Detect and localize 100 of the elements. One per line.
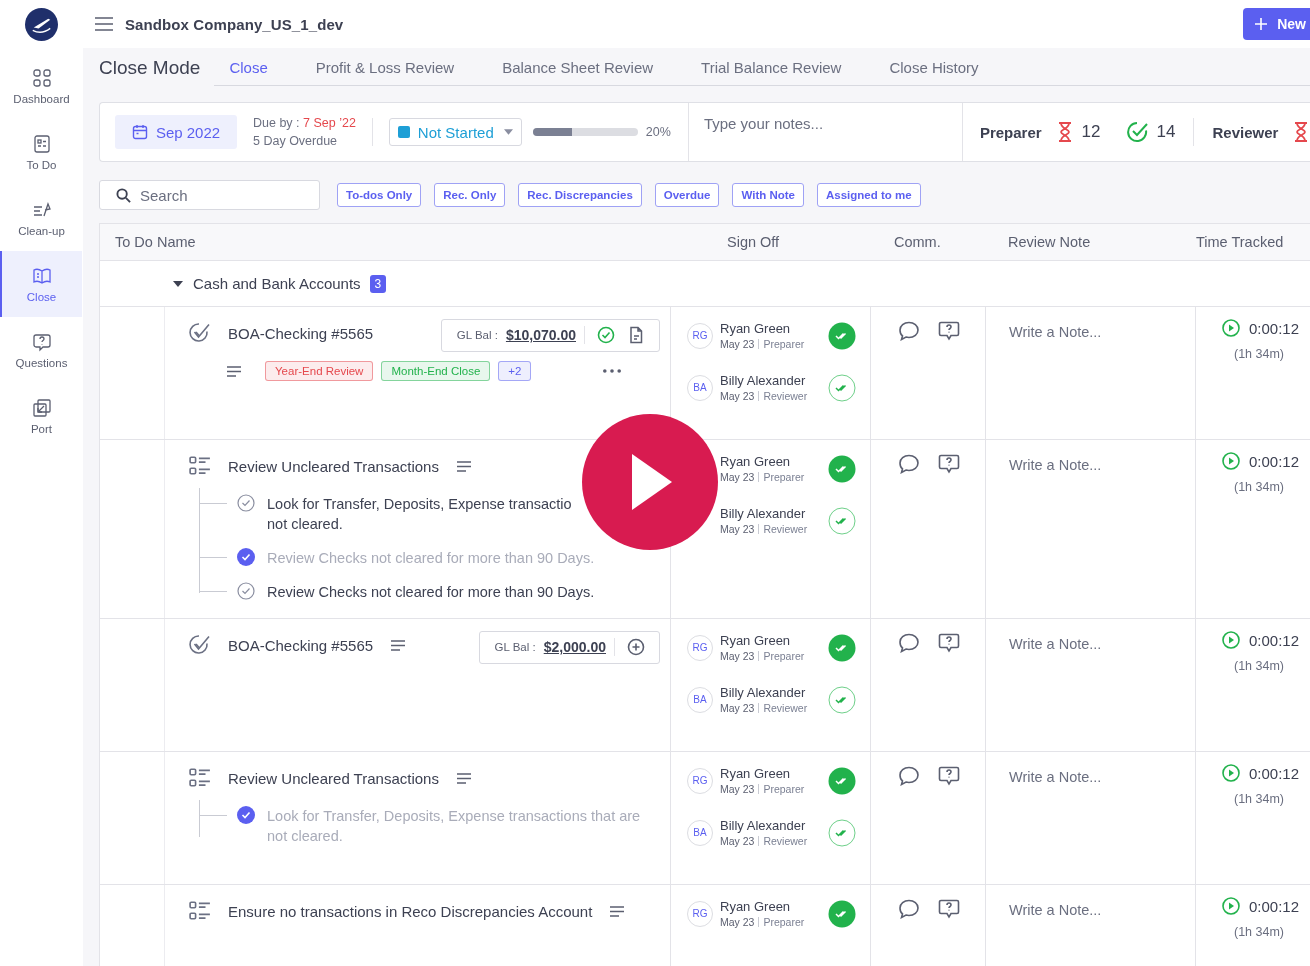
comment-icon[interactable] [898,321,920,341]
double-check-icon[interactable] [828,454,856,483]
question-icon[interactable] [938,321,960,341]
tab[interactable]: Trial Balance Review [686,59,857,85]
checklist-icon [189,767,211,789]
double-check-icon[interactable] [828,373,856,402]
account-name: BOA-Checking #5565 [228,324,374,342]
notes-icon[interactable] [391,639,406,651]
signer-name: Billy Alexander [720,373,807,388]
play-button[interactable] [582,414,718,550]
status-dropdown[interactable]: Not Started [388,118,522,146]
hourglass-icon [1057,122,1072,142]
check-mark-icon [189,634,211,656]
gl-label: GL Bal : [494,641,536,653]
question-icon[interactable] [938,454,960,474]
notes-icon[interactable] [610,905,625,917]
time-total: (1h 34m) [1233,347,1286,361]
signer-name: Ryan Green [720,633,792,648]
notes-icon[interactable] [456,772,471,784]
double-check-icon[interactable] [828,633,856,662]
check-circle-icon[interactable] [237,582,255,600]
play-icon[interactable] [1222,897,1240,915]
tag: Month-End Close [381,361,491,381]
sign-date: May 23 [720,916,755,928]
period-picker[interactable]: Sep 2022 [115,115,237,149]
progress-reading: 20% [645,125,671,139]
checked-circle-icon[interactable] [237,806,255,824]
check-mark-icon [189,322,211,344]
time-tracked: 0:00:12 [1249,452,1300,470]
double-check-icon[interactable] [828,899,856,928]
double-check-icon[interactable] [828,685,856,714]
subtask-text: Review Checks not cleared for more than 90 Days. [267,549,595,568]
filter-chip[interactable]: Assigned to me [817,183,921,207]
gl-amount[interactable]: $10,070.00 [505,327,576,343]
document-icon[interactable] [627,326,645,344]
play-icon[interactable] [1222,452,1240,470]
sidebar-item[interactable]: To Do [0,119,82,185]
signer-name: Ryan Green [720,766,792,781]
account-name: BOA-Checking #5565 [228,636,374,654]
subtask-text: Review Checks not cleared for more than 90 Days. [267,583,595,602]
sign-date: May 23 [720,471,755,483]
task-name: Review Uncleared Transactions [228,457,439,475]
new-button[interactable]: New [1243,8,1310,40]
comment-icon[interactable] [898,766,920,786]
filter-chip[interactable]: Rec. Only [434,183,506,207]
windows-icon [31,397,52,418]
sign-role: Preparer [763,471,805,483]
sidebar-item[interactable]: Port [0,383,82,449]
play-icon[interactable] [1222,631,1240,649]
question-icon[interactable] [938,899,960,919]
filter-chip[interactable]: Rec. Discrepancies [518,183,642,207]
play-icon[interactable] [1222,764,1240,782]
tab[interactable]: Close [214,59,283,85]
calendar-icon [131,124,148,140]
double-check-icon[interactable] [828,818,856,847]
add-circle-icon[interactable] [627,638,645,656]
tag: +2 [498,361,532,381]
comment-icon[interactable] [898,454,920,474]
question-icon[interactable] [938,633,960,653]
signer-name: Ryan Green [720,899,792,914]
signer-name: Ryan Green [720,454,792,469]
double-check-icon[interactable] [828,321,856,350]
tab[interactable]: Close History [874,59,994,85]
sidebar-item[interactable]: Clean-up [0,185,82,251]
notes-icon[interactable] [456,460,471,472]
column-header: Review Note [1007,234,1092,250]
double-check-icon[interactable] [828,506,856,535]
time-total: (1h 34m) [1233,659,1286,673]
time-tracked: 0:00:12 [1249,764,1300,782]
comment-icon[interactable] [898,899,920,919]
checked-circle-icon[interactable] [237,548,255,566]
filter-chip[interactable]: With Note [732,183,804,207]
filter-chip[interactable]: Overdue [654,183,720,207]
time-total: (1h 34m) [1233,480,1286,494]
question-icon[interactable] [938,766,960,786]
sidebar-item[interactable]: Close [0,251,82,317]
check-circle-icon [1126,121,1149,143]
sign-date: May 23 [720,523,755,535]
tab[interactable]: Balance Sheet Review [487,59,669,85]
more-icon[interactable] [603,369,622,373]
caret-icon[interactable] [173,280,183,287]
double-check-icon[interactable] [828,766,856,795]
gl-amount[interactable]: $2,000.00 [543,639,606,655]
check-circle-icon[interactable] [237,494,255,512]
column-header: Sign Off [726,234,781,250]
sidebar-item[interactable]: Dashboard [0,53,82,119]
sign-date: May 23 [720,338,755,350]
sidebar-item[interactable]: Questions [0,317,82,383]
comment-icon[interactable] [898,633,920,653]
tab[interactable]: Profit & Loss Review [300,59,470,85]
column-header: Time Tracked [1196,234,1284,250]
sign-date: May 23 [720,783,755,795]
time-total: (1h 34m) [1233,792,1286,806]
menu-icon[interactable] [95,17,113,31]
search-field[interactable]: Search [99,180,320,210]
notes-icon[interactable] [227,365,241,377]
time-tracked: 0:00:12 [1249,631,1300,649]
filter-chip[interactable]: To-dos Only [337,183,422,207]
preparer-label: Preparer [979,123,1042,141]
play-icon[interactable] [1222,319,1240,337]
